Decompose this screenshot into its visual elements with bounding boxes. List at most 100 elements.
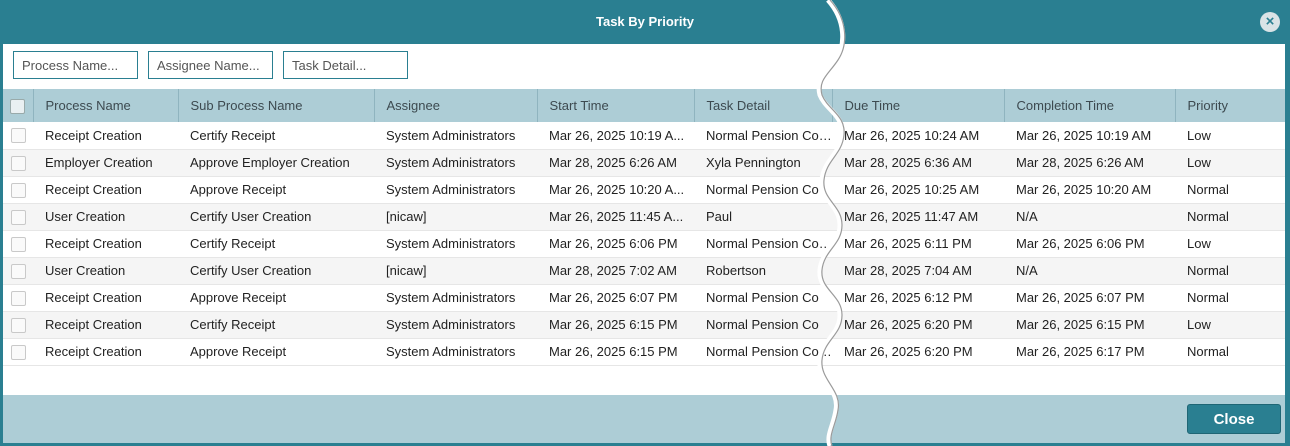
cell-process-name: Receipt Creation bbox=[33, 230, 178, 258]
cell-task-detail: Paul bbox=[694, 203, 832, 231]
task-table: Process Name Sub Process Name Assignee S… bbox=[3, 89, 1285, 366]
dialog-footer: Close bbox=[3, 395, 1285, 443]
table-row[interactable]: Receipt Creation Certify Receipt System … bbox=[3, 230, 1285, 258]
cell-task-detail: Normal Pension Contri bbox=[694, 122, 832, 150]
assignee-name-filter-input[interactable] bbox=[148, 51, 273, 79]
cell-assignee: System Administrators bbox=[374, 338, 537, 366]
row-select-cell bbox=[3, 122, 33, 150]
row-checkbox[interactable] bbox=[10, 182, 26, 198]
row-checkbox[interactable] bbox=[10, 236, 26, 252]
row-checkbox[interactable] bbox=[10, 263, 26, 279]
cell-sub-process-name: Certify User Creation bbox=[178, 203, 374, 231]
row-checkbox[interactable] bbox=[10, 155, 26, 171]
cell-due-time: Mar 28, 2025 7:04 AM bbox=[832, 257, 1004, 285]
column-header-due-time[interactable]: Due Time bbox=[832, 89, 1005, 122]
cell-start-time: Mar 26, 2025 6:07 PM bbox=[537, 284, 694, 312]
cell-sub-process-name: Approve Receipt bbox=[178, 284, 374, 312]
dialog-content: Process Name Sub Process Name Assignee S… bbox=[3, 44, 1285, 395]
cell-process-name: User Creation bbox=[33, 203, 178, 231]
cell-assignee: System Administrators bbox=[374, 230, 537, 258]
cell-start-time: Mar 26, 2025 6:15 PM bbox=[537, 338, 694, 366]
cell-due-time: Mar 26, 2025 6:20 PM bbox=[832, 311, 1004, 339]
cell-assignee: [nicaw] bbox=[374, 257, 537, 285]
cell-priority: Normal bbox=[1175, 257, 1285, 285]
cell-sub-process-name: Certify Receipt bbox=[178, 230, 374, 258]
cell-due-time: Mar 26, 2025 6:12 PM bbox=[832, 284, 1004, 312]
cell-sub-process-name: Approve Employer Creation bbox=[178, 149, 374, 177]
column-header-start-time[interactable]: Start Time bbox=[537, 89, 695, 122]
cell-sub-process-name: Certify User Creation bbox=[178, 257, 374, 285]
cell-task-detail: Normal Pension Co bbox=[694, 284, 832, 312]
table-row[interactable]: User Creation Certify User Creation [nic… bbox=[3, 257, 1285, 285]
cell-completion-time: Mar 26, 2025 6:15 PM bbox=[1004, 311, 1175, 339]
column-header-process-name[interactable]: Process Name bbox=[33, 89, 179, 122]
cell-task-detail: Robertson bbox=[694, 257, 832, 285]
column-header-completion-time[interactable]: Completion Time bbox=[1004, 89, 1176, 122]
cell-sub-process-name: Approve Receipt bbox=[178, 338, 374, 366]
cell-task-detail: Normal Pension Co bbox=[694, 176, 832, 204]
cell-assignee: System Administrators bbox=[374, 149, 537, 177]
cell-priority: Low bbox=[1175, 230, 1285, 258]
select-all-header bbox=[3, 89, 34, 122]
row-checkbox[interactable] bbox=[10, 290, 26, 306]
row-checkbox[interactable] bbox=[10, 344, 26, 360]
column-header-assignee[interactable]: Assignee bbox=[374, 89, 538, 122]
row-checkbox[interactable] bbox=[10, 317, 26, 333]
close-icon[interactable]: × bbox=[1260, 12, 1280, 32]
cell-due-time: Mar 26, 2025 11:47 AM bbox=[832, 203, 1004, 231]
column-header-sub-process-name[interactable]: Sub Process Name bbox=[178, 89, 375, 122]
cell-start-time: Mar 26, 2025 6:06 PM bbox=[537, 230, 694, 258]
cell-start-time: Mar 26, 2025 11:45 A... bbox=[537, 203, 694, 231]
row-select-cell bbox=[3, 257, 33, 285]
cell-start-time: Mar 26, 2025 10:19 A... bbox=[537, 122, 694, 150]
cell-start-time: Mar 26, 2025 10:20 A... bbox=[537, 176, 694, 204]
row-select-cell bbox=[3, 338, 33, 366]
table-row[interactable]: User Creation Certify User Creation [nic… bbox=[3, 203, 1285, 231]
cell-completion-time: N/A bbox=[1004, 203, 1175, 231]
table-header-row: Process Name Sub Process Name Assignee S… bbox=[3, 89, 1285, 122]
cell-task-detail: Normal Pension Contri bbox=[694, 338, 832, 366]
cell-sub-process-name: Certify Receipt bbox=[178, 311, 374, 339]
dialog-titlebar: Task By Priority × bbox=[0, 0, 1290, 44]
row-select-cell bbox=[3, 203, 33, 231]
cell-assignee: System Administrators bbox=[374, 122, 537, 150]
row-checkbox[interactable] bbox=[10, 128, 26, 144]
table-row[interactable]: Employer Creation Approve Employer Creat… bbox=[3, 149, 1285, 177]
table-row[interactable]: Receipt Creation Approve Receipt System … bbox=[3, 338, 1285, 366]
row-select-cell bbox=[3, 230, 33, 258]
cell-priority: Normal bbox=[1175, 203, 1285, 231]
column-header-priority[interactable]: Priority bbox=[1175, 89, 1285, 122]
task-detail-filter-input[interactable] bbox=[283, 51, 408, 79]
cell-assignee: System Administrators bbox=[374, 176, 537, 204]
cell-process-name: Receipt Creation bbox=[33, 122, 178, 150]
process-name-filter-input[interactable] bbox=[13, 51, 138, 79]
table-row[interactable]: Receipt Creation Certify Receipt System … bbox=[3, 311, 1285, 339]
close-button[interactable]: Close bbox=[1187, 404, 1281, 434]
cell-completion-time: Mar 26, 2025 6:07 PM bbox=[1004, 284, 1175, 312]
filter-bar bbox=[3, 44, 1285, 89]
cell-due-time: Mar 26, 2025 6:20 PM bbox=[832, 338, 1004, 366]
cell-task-detail: Normal Pension Contri bbox=[694, 230, 832, 258]
row-select-cell bbox=[3, 284, 33, 312]
cell-due-time: Mar 26, 2025 6:11 PM bbox=[832, 230, 1004, 258]
cell-priority: Normal bbox=[1175, 338, 1285, 366]
table-row[interactable]: Receipt Creation Certify Receipt System … bbox=[3, 122, 1285, 150]
row-checkbox[interactable] bbox=[10, 209, 26, 225]
cell-due-time: Mar 26, 2025 10:24 AM bbox=[832, 122, 1004, 150]
column-header-task-detail[interactable]: Task Detail bbox=[694, 89, 833, 122]
cell-assignee: System Administrators bbox=[374, 284, 537, 312]
cell-priority: Low bbox=[1175, 149, 1285, 177]
cell-completion-time: Mar 26, 2025 6:06 PM bbox=[1004, 230, 1175, 258]
table-row[interactable]: Receipt Creation Approve Receipt System … bbox=[3, 176, 1285, 204]
cell-completion-time: Mar 26, 2025 10:20 AM bbox=[1004, 176, 1175, 204]
table-row[interactable]: Receipt Creation Approve Receipt System … bbox=[3, 284, 1285, 312]
cell-priority: Normal bbox=[1175, 284, 1285, 312]
select-all-checkbox[interactable] bbox=[10, 98, 26, 114]
cell-process-name: Receipt Creation bbox=[33, 311, 178, 339]
cell-priority: Normal bbox=[1175, 176, 1285, 204]
cell-priority: Low bbox=[1175, 122, 1285, 150]
cell-start-time: Mar 28, 2025 6:26 AM bbox=[537, 149, 694, 177]
cell-start-time: Mar 26, 2025 6:15 PM bbox=[537, 311, 694, 339]
cell-due-time: Mar 28, 2025 6:36 AM bbox=[832, 149, 1004, 177]
cell-process-name: Receipt Creation bbox=[33, 176, 178, 204]
